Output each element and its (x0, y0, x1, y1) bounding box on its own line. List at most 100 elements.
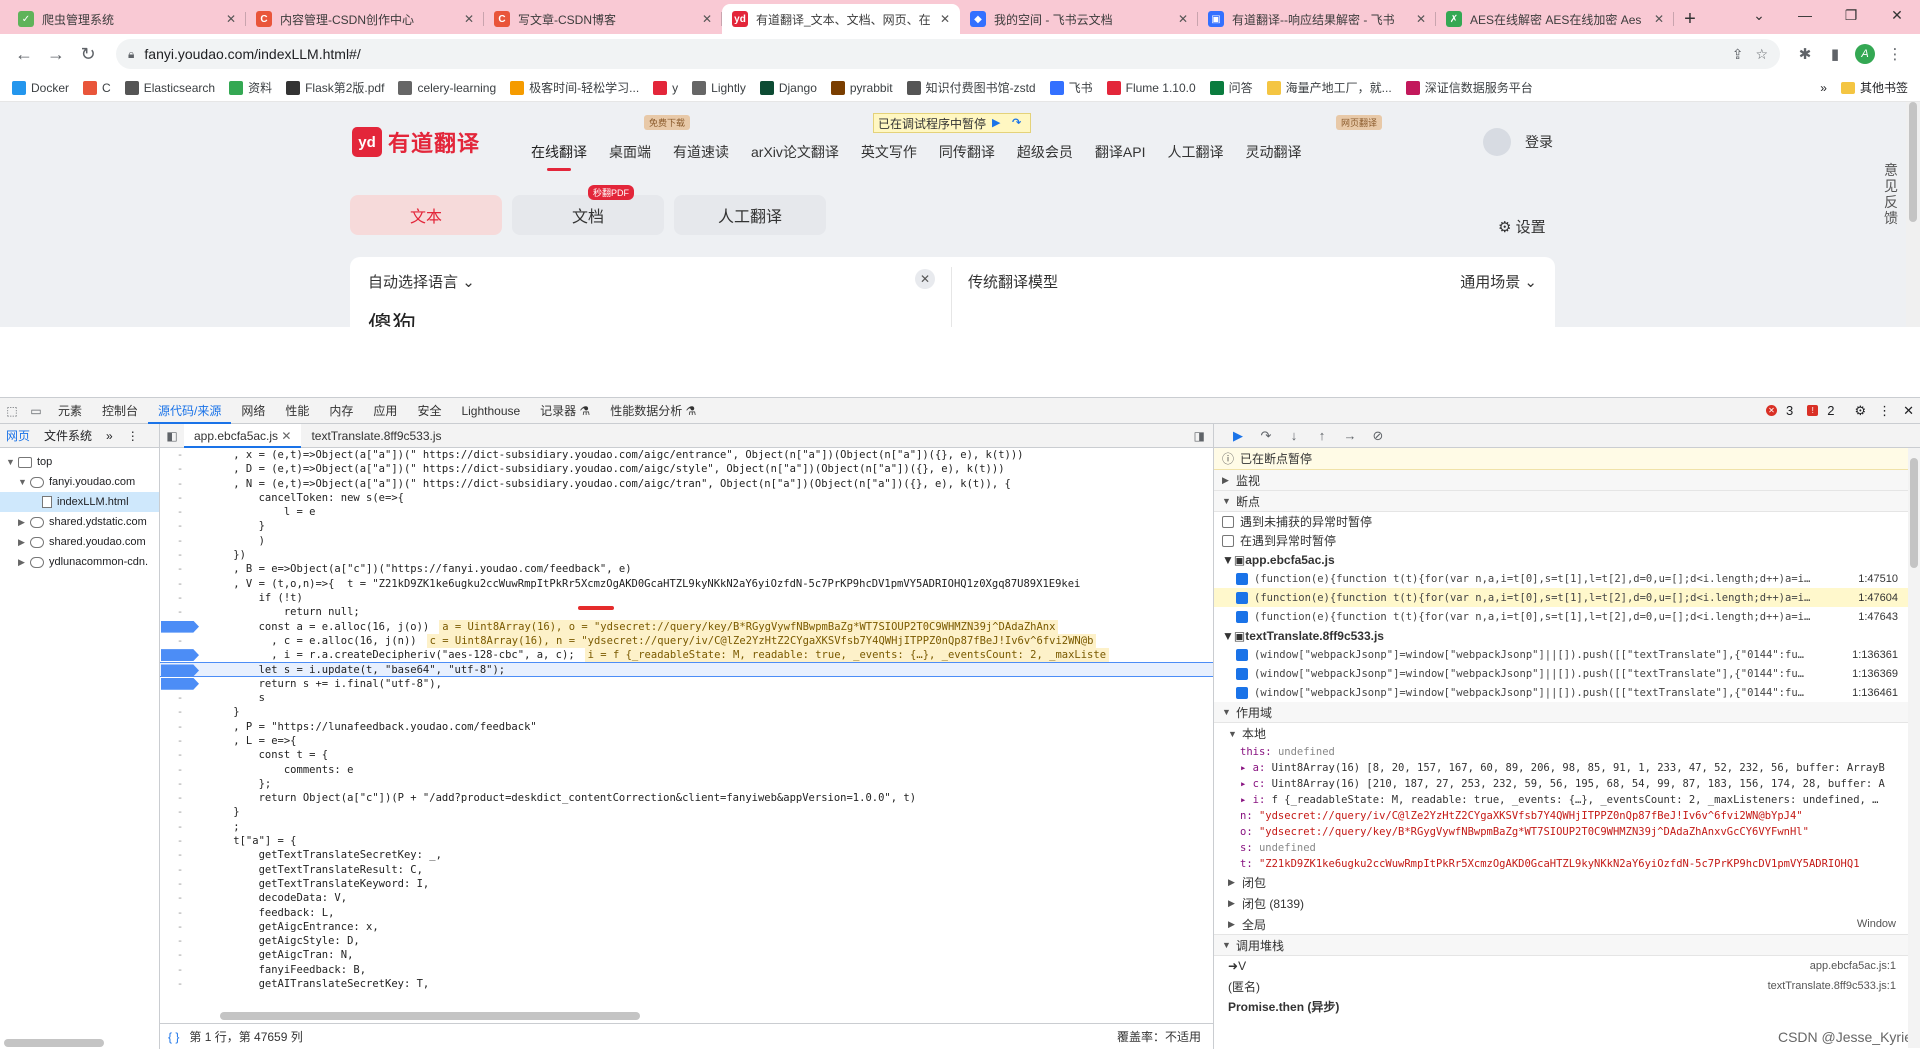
other-bookmarks[interactable]: 其他书签 (1860, 79, 1908, 96)
line-gutter[interactable]: - (160, 591, 200, 605)
browser-tab[interactable]: ✓ 爬虫管理系统 ✕ (8, 4, 246, 34)
line-gutter[interactable]: - (160, 462, 200, 476)
debugger-scrollbar-thumb[interactable] (1910, 458, 1918, 568)
devtools-tab[interactable]: 元素 (48, 398, 92, 424)
step-over-icon[interactable]: ↷ (1012, 116, 1026, 130)
toggle-debugger-icon[interactable]: ◨ (1194, 429, 1205, 443)
nav-item[interactable]: 翻译API (1095, 142, 1146, 162)
format-icon[interactable]: { } (168, 1030, 179, 1044)
line-gutter[interactable]: - (160, 848, 200, 862)
side-feedback[interactable]: 意见反馈 (1884, 162, 1902, 226)
tree-node[interactable]: ▶ ydlunacommon-cdn. (0, 552, 159, 572)
local-scope[interactable]: ▼ 本地 (1214, 723, 1920, 744)
subtab-page[interactable]: 网页 (6, 427, 30, 444)
mode-text[interactable]: 文本 (350, 195, 502, 235)
tab-close-icon[interactable]: ✕ (226, 12, 236, 26)
bookmark-item[interactable]: Django (759, 80, 817, 95)
scope-variable[interactable]: ▸ i: f {_readableState: M, readable: tru… (1214, 792, 1920, 808)
line-gutter[interactable]: - (160, 963, 200, 977)
code-view[interactable]: - , x = (e,t)=>Object(a["a"])(" https://… (160, 448, 1213, 992)
file-tab-close-icon[interactable]: ✕ (278, 429, 291, 443)
line-gutter[interactable]: - (160, 863, 200, 877)
toggle-navigator-icon[interactable]: ◧ (160, 429, 184, 443)
settings-button[interactable]: ⚙︎ 设置 (1498, 216, 1546, 237)
resume-icon[interactable]: ▶︎ (1224, 428, 1252, 444)
file-tab[interactable]: app.ebcfa5ac.js ✕ (184, 423, 302, 448)
tree-node[interactable]: ▼ fanyi.youdao.com (0, 472, 159, 492)
checkbox-checked[interactable] (1236, 610, 1248, 623)
breakpoint-entry[interactable]: (function(e){function t(t){for(var n,a,i… (1214, 588, 1920, 607)
line-gutter[interactable]: - (160, 834, 200, 848)
address-bar[interactable]: 🔒︎ fanyi.youdao.com/indexLLM.html#/ ⇪ ☆ (116, 39, 1780, 69)
bookmark-item[interactable]: C (83, 80, 111, 95)
back-button[interactable]: ← (10, 40, 38, 68)
checkbox-checked[interactable] (1236, 648, 1248, 661)
devtools-tab[interactable]: 应用 (363, 398, 407, 424)
global-scope[interactable]: ▶ 全局 Window (1214, 914, 1920, 935)
breakpoint-file[interactable]: ▼ ▣ app.ebcfa5ac.js (1214, 550, 1920, 569)
menu-icon[interactable]: ⋮ (1878, 403, 1891, 419)
bookmark-item[interactable]: Lightly (692, 80, 746, 95)
nav-item[interactable]: 人工翻译 (1167, 142, 1223, 162)
source-language-select[interactable]: 自动选择语言 ⌄ (368, 271, 475, 292)
devtools-tab[interactable]: 记录器 ⚗ (530, 398, 600, 424)
nav-item[interactable]: 英文写作 (861, 142, 917, 162)
bookmark-item[interactable]: Flask第2版.pdf (286, 79, 384, 96)
call-frame[interactable]: Promise.then (异步) (1214, 996, 1920, 1016)
forward-button[interactable]: → (42, 40, 70, 68)
reload-button[interactable]: ↻ (74, 40, 102, 68)
step-icon[interactable]: → (1336, 428, 1364, 443)
bookmark-item[interactable]: 海量产地工厂，就... (1266, 79, 1392, 96)
new-tab-button[interactable]: + (1674, 4, 1706, 34)
checkbox-checked[interactable] (1236, 591, 1248, 604)
scope-section[interactable]: ▼ 作用域 (1214, 702, 1920, 723)
file-tab[interactable]: textTranslate.8ff9c533.js (301, 424, 451, 448)
more-tabs-icon[interactable]: » (106, 429, 113, 443)
chevron-icon[interactable]: ▼ (18, 477, 30, 487)
pause-option[interactable]: 在遇到异常时暂停 (1214, 531, 1920, 550)
chevron-icon[interactable]: ▶ (18, 537, 30, 548)
line-gutter[interactable]: - (160, 977, 200, 991)
line-gutter[interactable]: - (160, 634, 200, 648)
warning-count[interactable]: ! 2 (1807, 403, 1840, 418)
source-text[interactable]: 傻狗 (368, 305, 416, 327)
mode-document[interactable]: 文档 秒翻PDF (512, 185, 664, 235)
devtools-tab[interactable]: 源代码/来源 (148, 398, 232, 424)
page-scrollbar[interactable] (1906, 102, 1920, 327)
line-gutter[interactable]: - (160, 891, 200, 905)
line-gutter[interactable]: - (160, 448, 200, 462)
mode-human[interactable]: 人工翻译 (674, 195, 826, 235)
breakpoint-entry[interactable]: (window["webpackJsonp"]=window["webpackJ… (1214, 683, 1920, 702)
browser-tab[interactable]: ▣ 有道翻译--响应结果解密 - 飞书 ✕ (1198, 4, 1436, 34)
bookmark-item[interactable]: 问答 (1209, 79, 1253, 96)
tab-search-icon[interactable]: ⌄ (1736, 0, 1782, 30)
browser-tab[interactable]: ✗ AES在线解密 AES在线加密 Aes ✕ (1436, 4, 1674, 34)
maximize-button[interactable]: ❐ (1828, 0, 1874, 30)
step-into-icon[interactable]: ↓ (1280, 428, 1308, 443)
line-gutter[interactable]: - (160, 491, 200, 505)
call-frame[interactable]: ➜ Vapp.ebcfa5ac.js:1 (1214, 956, 1920, 976)
line-gutter[interactable]: - (160, 791, 200, 805)
bookmark-item[interactable]: 知识付费图书馆-zstd (906, 79, 1036, 96)
browser-tab[interactable]: yd 有道翻译_文本、文档、网页、在 ✕ (722, 4, 960, 34)
navigator-scrollbar[interactable] (4, 1039, 104, 1047)
youdao-logo[interactable]: yd 有道翻译 (352, 126, 480, 158)
line-gutter[interactable]: - (160, 605, 200, 619)
checkbox-checked[interactable] (1236, 686, 1248, 699)
browser-tab[interactable]: ◆ 我的空间 - 飞书云文档 ✕ (960, 4, 1198, 34)
line-gutter[interactable]: - (160, 820, 200, 834)
extensions-icon[interactable]: ✱ (1790, 39, 1820, 69)
line-gutter[interactable]: - (160, 920, 200, 934)
checkbox-checked[interactable] (1236, 572, 1248, 585)
checkbox-checked[interactable] (1236, 667, 1248, 680)
breakpoint-entry[interactable]: (window["webpackJsonp"]=window["webpackJ… (1214, 664, 1920, 683)
line-gutter[interactable]: - (160, 948, 200, 962)
scope-variable[interactable]: n: "ydsecret://query/iv/C@lZe2YzHtZ2CYga… (1214, 808, 1920, 824)
pause-option[interactable]: 遇到未捕获的异常时暂停 (1214, 512, 1920, 531)
closure-scope-8139[interactable]: ▶ 闭包 (8139) (1214, 893, 1920, 914)
callstack-section[interactable]: ▼ 调用堆栈 (1214, 935, 1920, 956)
line-gutter[interactable]: - (160, 548, 200, 562)
nav-item[interactable]: arXiv论文翻译 (751, 142, 839, 162)
breakpoint-marker[interactable] (160, 663, 200, 675)
tab-close-icon[interactable]: ✕ (702, 12, 712, 26)
